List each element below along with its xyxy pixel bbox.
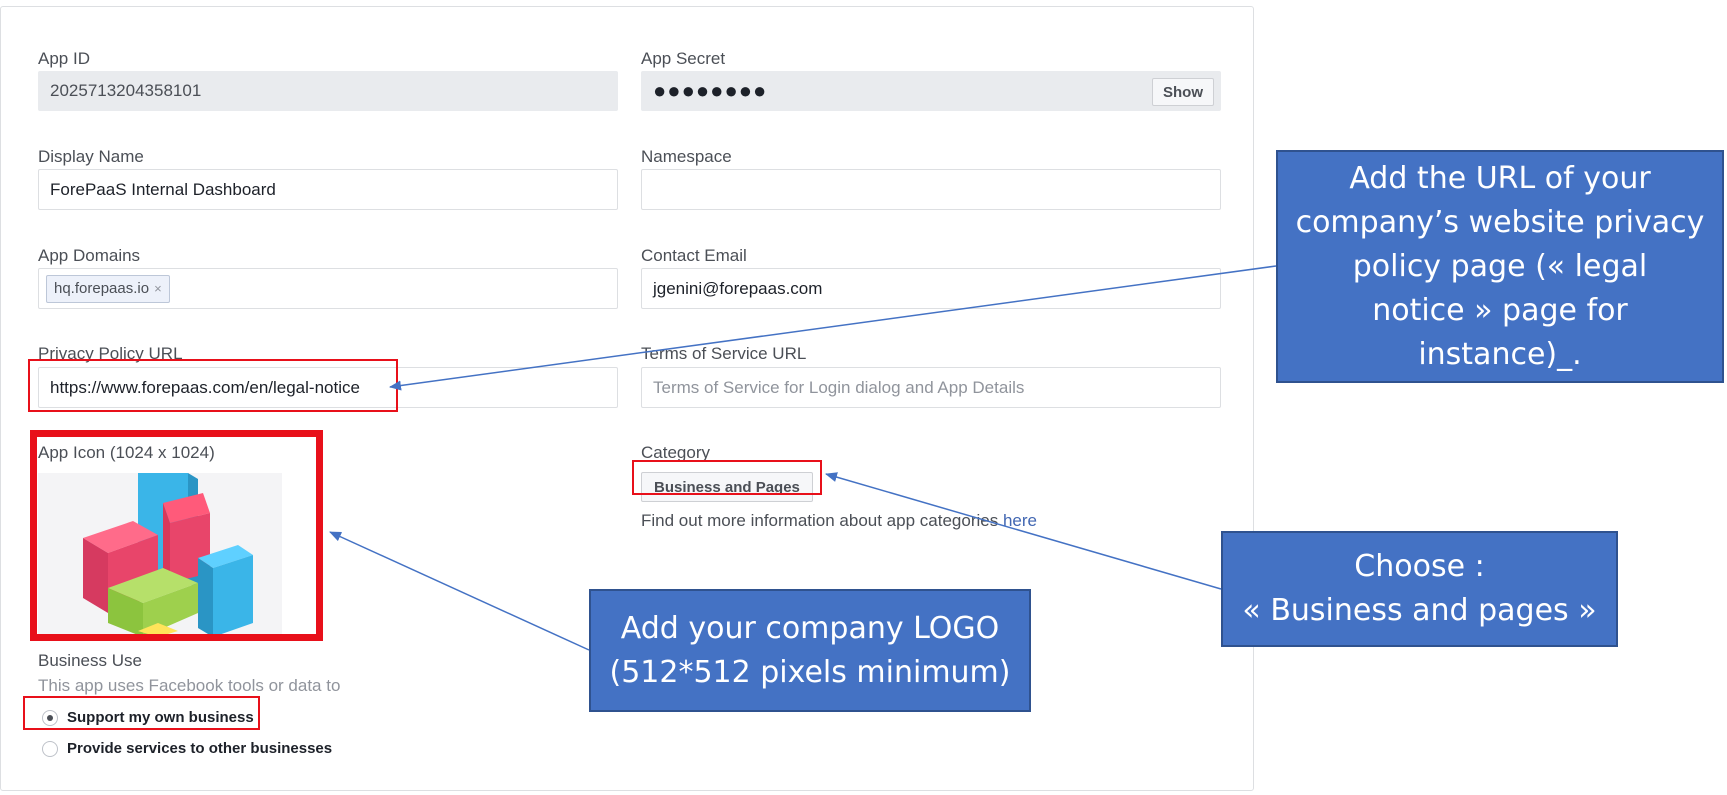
logo-arrow <box>329 531 590 651</box>
annotation-arrows <box>329 265 1277 651</box>
category-arrow <box>825 472 1222 590</box>
privacy-arrow <box>389 265 1277 391</box>
